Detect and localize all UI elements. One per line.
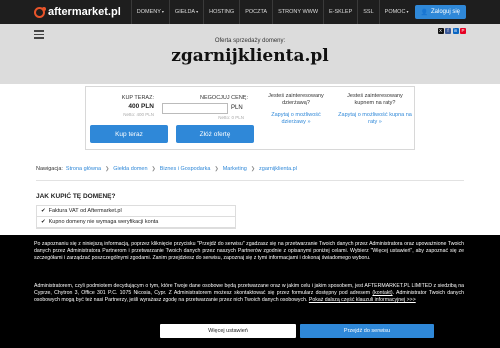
user-icon: 👤	[420, 9, 428, 16]
contact-link[interactable]: (kontakt)	[372, 290, 392, 296]
main-nav: DOMENY▾ GIEŁDA▾ HOSTING POCZTA STRONY WW…	[130, 0, 414, 24]
chevron-right-icon: ❯	[214, 166, 219, 172]
breadcrumb: Nawigacja: Strona główna ❯ Giełda domen …	[36, 166, 297, 172]
make-offer-button[interactable]: Złóż ofertę	[176, 125, 254, 143]
logo[interactable]: aftermarket.pl	[34, 6, 121, 18]
pinterest-icon[interactable]: P	[460, 28, 466, 34]
nav-item-e-sklep[interactable]: E-SKLEP	[323, 0, 357, 24]
breadcrumb-label: Nawigacja:	[36, 166, 63, 172]
domain-title: zgarnijklienta.pl	[171, 46, 329, 66]
logo-icon	[34, 6, 46, 18]
lease-link[interactable]: Zapytaj o możliwość dzierżawy »	[260, 112, 332, 126]
facebook-icon[interactable]: f	[445, 28, 451, 34]
share-icons: X f in P	[436, 28, 466, 34]
buy-now-net: Netto: 400 PLN	[123, 112, 154, 117]
more-settings-button[interactable]: Więcej ustawień	[160, 324, 296, 338]
negotiate-net: Netto: 0 PLN	[218, 115, 244, 120]
chevron-right-icon: ❯	[250, 166, 256, 172]
lease-question: Jesteś zainteresowany dzierżawą?	[268, 93, 324, 106]
installments-link[interactable]: Zapytaj o możliwość kupna na raty »	[338, 112, 412, 126]
top-navbar: aftermarket.pl DOMENY▾ GIEŁDA▾ HOSTING P…	[0, 0, 500, 24]
breadcrumb-current[interactable]: zgarnijklienta.pl	[259, 166, 297, 172]
chevron-down-icon: ▾	[406, 9, 409, 14]
nav-item-domeny[interactable]: DOMENY▾	[130, 0, 169, 24]
offer-label: Oferta sprzedaży domeny:	[214, 38, 286, 44]
negotiate-label: NEGOCJUJ CENĘ:	[200, 95, 248, 101]
chevron-right-icon: ❯	[151, 166, 156, 172]
installments-question: Jesteś zainteresowany kupnem na raty?	[347, 93, 403, 106]
offer-card: KUP TERAZ: 400 PLN Netto: 400 PLN NEGOCJ…	[85, 86, 415, 150]
buy-now-label: KUP TERAZ:	[121, 95, 154, 101]
logo-text: aftermarket.pl	[48, 6, 121, 18]
show-more-link[interactable]: Pokaż dalszą część klauzuli informacyjne…	[309, 297, 416, 303]
accept-button[interactable]: Przejdź do serwisu	[300, 324, 434, 338]
benefits-list: ✔ Faktura VAT od Aftermarket.pl ✔ Kupno do…	[36, 205, 236, 229]
how-to-buy-heading: JAK KUPIĆ TĘ DOMENĘ?	[36, 193, 116, 200]
x-icon[interactable]: X	[437, 28, 444, 34]
divider	[36, 180, 464, 181]
cookie-paragraph-2: Administratorem, czyli podmiotem decyduj…	[34, 283, 464, 304]
buy-now-button[interactable]: Kup teraz	[90, 125, 168, 143]
login-button[interactable]: 👤 Zaloguj się	[414, 5, 466, 19]
breadcrumb-business[interactable]: Biznes i Gospodarka	[160, 166, 211, 172]
buy-now-price: 400 PLN	[128, 103, 154, 110]
cookie-paragraph-1: Po zapoznaniu się z niniejszą informacją…	[34, 241, 464, 262]
negotiate-price-input[interactable]	[162, 103, 228, 114]
chevron-down-icon: ▾	[196, 9, 199, 14]
list-item: ✔ Faktura VAT od Aftermarket.pl	[37, 206, 235, 217]
nav-item-pomoc[interactable]: POMOC▾	[378, 0, 414, 24]
check-icon: ✔	[41, 208, 46, 214]
breadcrumb-home[interactable]: Strona główna	[66, 166, 101, 172]
nav-item-gielda[interactable]: GIEŁDA▾	[168, 0, 203, 24]
chevron-right-icon: ❯	[105, 166, 110, 172]
negotiate-currency: PLN	[231, 105, 243, 111]
hero-banner: X f in P Oferta sprzedaży domeny: zgarni…	[0, 24, 500, 84]
breadcrumb-exchange[interactable]: Giełda domen	[113, 166, 147, 172]
nav-item-poczta[interactable]: POCZTA	[239, 0, 272, 24]
nav-item-ssl[interactable]: SSL	[357, 0, 378, 24]
list-item: ✔ Kupno domeny nie wymaga weryfikacji kon…	[37, 217, 235, 228]
nav-item-strony-www[interactable]: STRONY WWW	[272, 0, 323, 24]
check-icon: ✔	[41, 219, 46, 225]
chevron-down-icon: ▾	[161, 9, 164, 14]
nav-item-hosting[interactable]: HOSTING	[203, 0, 239, 24]
linkedin-icon[interactable]: in	[452, 28, 459, 34]
breadcrumb-marketing[interactable]: Marketing	[223, 166, 247, 172]
